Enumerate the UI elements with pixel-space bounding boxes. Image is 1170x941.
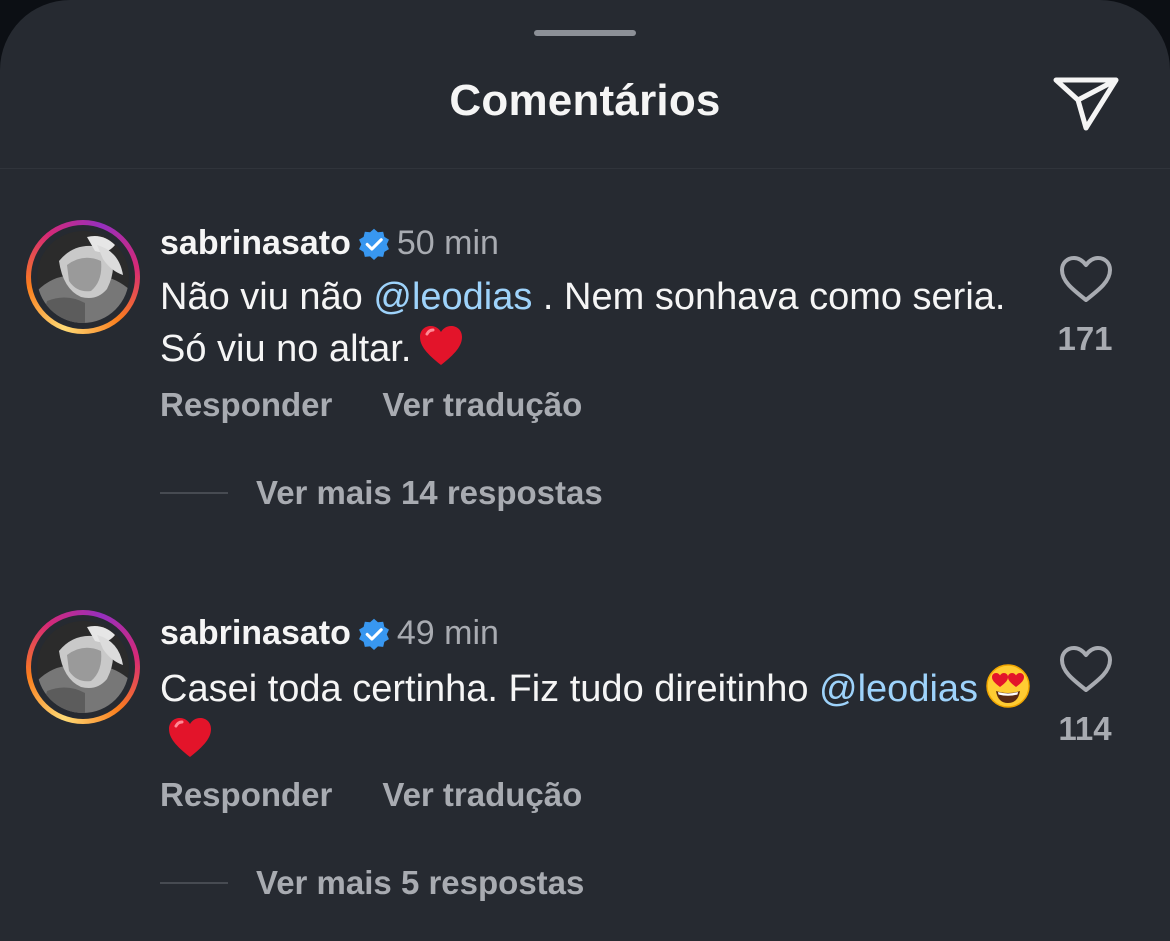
comment-item: sabrinasato 50 min Não viu não @leodias … [0, 214, 1170, 544]
comment-text: Casei toda certinha. Fiz tudo direitinho… [160, 662, 1040, 766]
red-heart-emoji-icon [169, 718, 211, 757]
comments-sheet: Comentários sabrinasato 50 min Não viu n… [0, 0, 1170, 941]
heart-icon[interactable] [1058, 644, 1114, 694]
heart-icon[interactable] [1058, 254, 1114, 304]
paper-plane-icon[interactable] [1050, 70, 1122, 134]
mention-link[interactable]: @leodias [373, 276, 532, 318]
mention-link[interactable]: @leodias [819, 668, 978, 710]
replies-divider [160, 882, 228, 884]
profile-photo [37, 231, 129, 323]
like-count: 114 [1058, 710, 1112, 747]
comment-actions: Responder Ver tradução [160, 776, 632, 814]
header-divider [0, 168, 1170, 169]
username[interactable]: sabrinasato [160, 224, 351, 262]
timestamp: 49 min [396, 614, 499, 652]
avatar[interactable] [26, 220, 140, 334]
page-title: Comentários [449, 76, 721, 125]
comment-text: Não viu não @leodias . Nem sonhava como … [160, 276, 1006, 370]
replies-divider [160, 492, 228, 494]
verified-badge-icon [358, 618, 389, 650]
drag-handle[interactable] [534, 30, 636, 36]
view-more-replies[interactable]: Ver mais 5 respostas [160, 864, 584, 908]
reply-button[interactable]: Responder [160, 776, 332, 813]
username[interactable]: sabrinasato [160, 614, 351, 652]
comment-item: sabrinasato 49 min Casei toda certinha. … [0, 604, 1170, 934]
comment-meta: sabrinasato 49 min [160, 614, 499, 660]
verified-badge-icon [358, 228, 389, 260]
profile-photo [37, 621, 129, 713]
comment-meta: sabrinasato 50 min [160, 224, 499, 270]
translate-button[interactable]: Ver tradução [382, 776, 582, 813]
avatar[interactable] [26, 610, 140, 724]
red-heart-emoji-icon [420, 326, 463, 365]
translate-button[interactable]: Ver tradução [382, 386, 582, 423]
comment-actions: Responder Ver tradução [160, 386, 632, 424]
timestamp: 50 min [396, 224, 499, 262]
heart-eyes-emoji-icon [986, 664, 1030, 708]
view-more-replies[interactable]: Ver mais 14 respostas [160, 474, 603, 518]
reply-button[interactable]: Responder [160, 386, 332, 423]
like-count: 171 [1057, 320, 1113, 357]
